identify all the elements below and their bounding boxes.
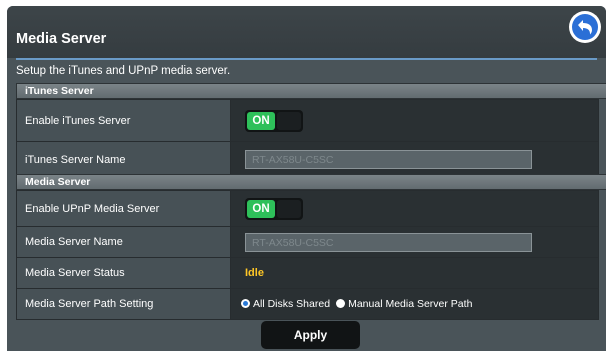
media-server-name-input[interactable]: RT-AX58U-C5SC: [245, 232, 532, 252]
toggle-knob: [277, 199, 301, 218]
panel-header: Media Server: [7, 6, 606, 58]
all-disks-shared-radio[interactable]: [241, 298, 250, 308]
media-section-heading: Media Server: [16, 174, 606, 190]
toggle-on-label: ON: [247, 111, 275, 130]
upnp-enable-cell: ON: [230, 190, 599, 227]
itunes-name-row: iTunes Server Name RT-AX58U-C5SC: [16, 141, 599, 178]
all-disks-shared-label: All Disks Shared: [253, 298, 331, 311]
upnp-enable-toggle[interactable]: ON: [245, 197, 303, 220]
itunes-enable-toggle[interactable]: ON: [245, 109, 303, 132]
media-status-cell: Idle: [230, 257, 599, 289]
itunes-name-cell: RT-AX58U-C5SC: [230, 141, 599, 178]
header-divider: [16, 58, 597, 60]
page-description: Setup the iTunes and UPnP media server.: [16, 65, 231, 77]
media-server-panel: Media Server Setup the iTunes and UPnP m…: [7, 6, 606, 351]
media-path-label: Media Server Path Setting: [16, 288, 231, 320]
apply-button[interactable]: Apply: [261, 321, 360, 349]
manual-path-radio[interactable]: [336, 298, 346, 308]
media-path-cell: All Disks Shared Manual Media Server Pat…: [230, 288, 599, 320]
page-title: Media Server: [16, 31, 107, 47]
media-status-label: Media Server Status: [16, 257, 231, 289]
media-status-row: Media Server Status Idle: [16, 257, 599, 289]
itunes-name-label: iTunes Server Name: [16, 141, 231, 178]
back-button[interactable]: [569, 11, 601, 43]
itunes-server-name-input[interactable]: RT-AX58U-C5SC: [245, 150, 532, 169]
media-path-row: Media Server Path Setting All Disks Shar…: [16, 288, 599, 320]
itunes-enable-label: Enable iTunes Server: [16, 99, 231, 142]
toggle-knob: [277, 111, 301, 130]
status-badge: Idle: [245, 267, 264, 279]
media-name-label: Media Server Name: [16, 226, 231, 258]
media-name-row: Media Server Name RT-AX58U-C5SC: [16, 226, 599, 258]
itunes-enable-cell: ON: [230, 99, 599, 142]
itunes-section-heading: iTunes Server: [16, 83, 606, 99]
back-arrow-icon: [572, 14, 598, 40]
media-name-cell: RT-AX58U-C5SC: [230, 226, 599, 258]
media-settings-table: Enable UPnP Media Server ON Media Server…: [16, 190, 599, 320]
itunes-enable-row: Enable iTunes Server ON: [16, 99, 599, 142]
upnp-enable-row: Enable UPnP Media Server ON: [16, 190, 599, 227]
toggle-on-label: ON: [247, 199, 275, 218]
upnp-enable-label: Enable UPnP Media Server: [16, 190, 231, 227]
itunes-settings-table: Enable iTunes Server ON iTunes Server Na…: [16, 99, 599, 178]
manual-path-label: Manual Media Server Path: [348, 298, 473, 311]
